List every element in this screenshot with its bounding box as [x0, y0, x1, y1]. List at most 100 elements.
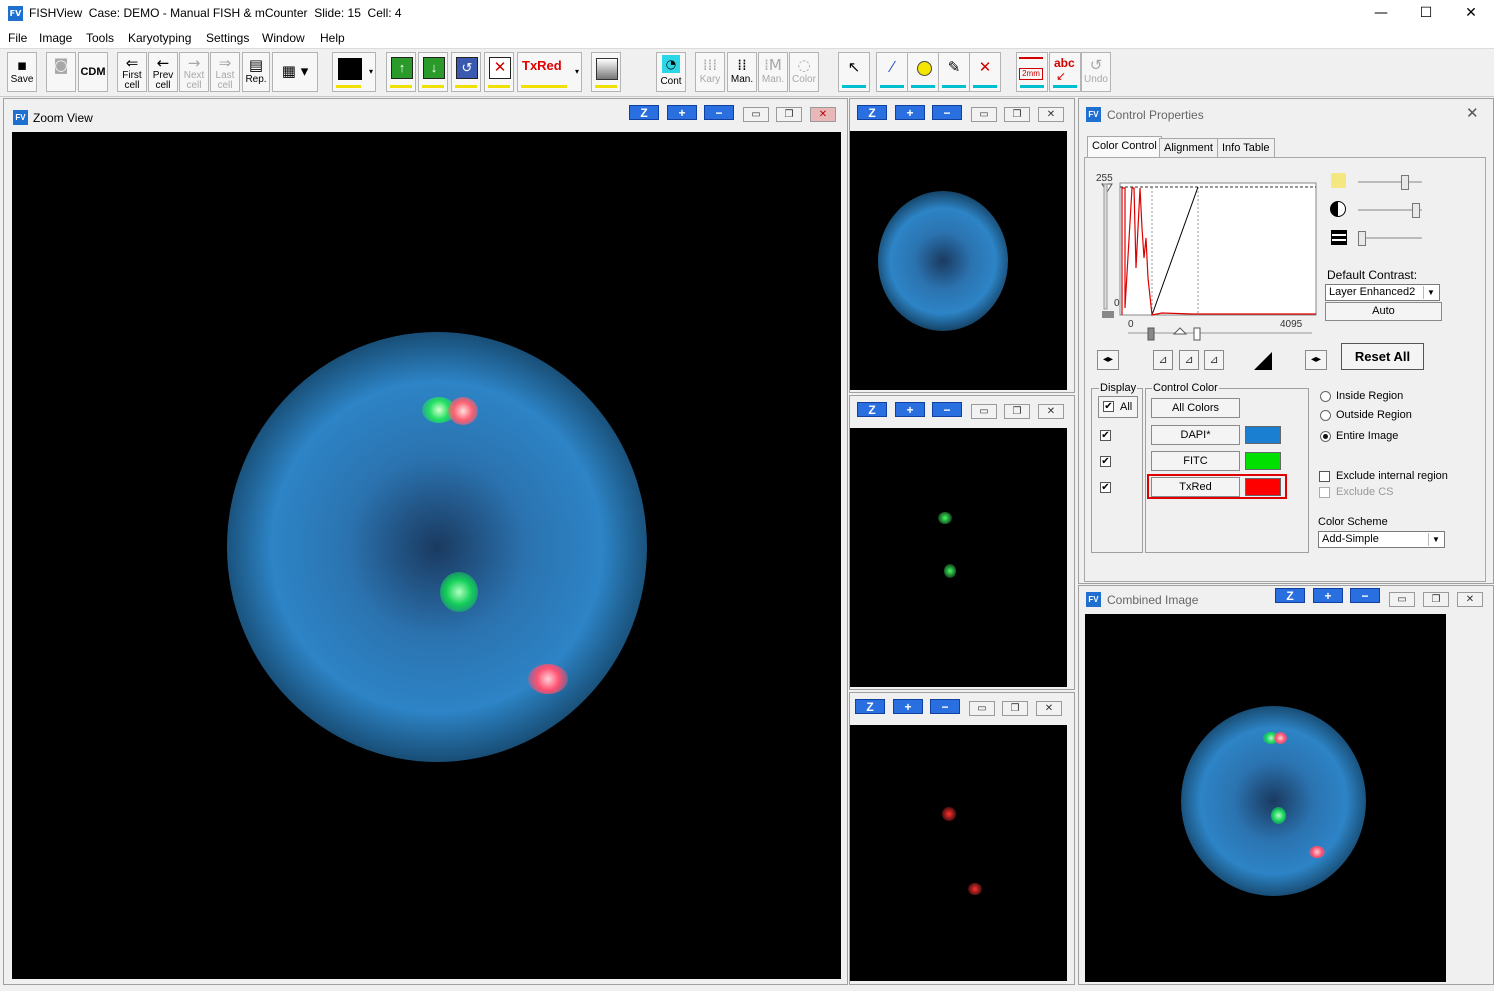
- all-colors-button[interactable]: All Colors: [1151, 398, 1240, 418]
- combined-close-button[interactable]: ✕: [1457, 592, 1483, 607]
- exclude-internal-checkbox[interactable]: [1319, 471, 1330, 482]
- zoom-restore-button[interactable]: ❐: [776, 107, 802, 122]
- auto-button[interactable]: Auto: [1325, 302, 1442, 321]
- dapi-restore-button[interactable]: ❐: [1004, 107, 1030, 122]
- minimize-button[interactable]: —: [1358, 0, 1404, 28]
- menu-help[interactable]: Help: [320, 31, 345, 45]
- tab-info-table[interactable]: Info Table: [1217, 138, 1275, 158]
- txred-close-button[interactable]: ✕: [1036, 701, 1062, 716]
- prev-cell-button[interactable]: ← Prev cell: [148, 52, 178, 92]
- txred-zoom-in-button[interactable]: +: [893, 699, 923, 714]
- layer-rotate-button[interactable]: ↺: [451, 52, 481, 92]
- maximize-button[interactable]: ☐: [1403, 0, 1449, 28]
- zoom-in-button[interactable]: +: [667, 105, 697, 120]
- default-contrast-select[interactable]: Layer Enhanced2 ▼: [1325, 284, 1440, 301]
- pointer-tool-button[interactable]: ↖: [838, 52, 870, 92]
- txred-zoom-out-button[interactable]: −: [930, 699, 960, 714]
- eraser-tool-button[interactable]: ✎: [938, 52, 970, 92]
- txred-color-swatch[interactable]: [1245, 478, 1281, 496]
- fitc-channel-button[interactable]: FITC: [1151, 451, 1240, 471]
- fitc-zoom-in-button[interactable]: +: [895, 402, 925, 417]
- combined-z-button[interactable]: Z: [1275, 588, 1305, 603]
- color-scheme-select[interactable]: Add-Simple ▼: [1318, 531, 1445, 548]
- close-icon[interactable]: ✕: [1466, 104, 1479, 122]
- curve-exp-icon[interactable]: ⊿: [1204, 350, 1224, 370]
- close-button[interactable]: ✕: [1448, 0, 1494, 28]
- inside-region-radio[interactable]: [1320, 391, 1331, 402]
- dapi-display-checkbox[interactable]: ✔: [1100, 430, 1111, 441]
- entire-image-radio[interactable]: [1320, 431, 1331, 442]
- reset-all-button[interactable]: Reset All: [1341, 343, 1424, 370]
- contrast-slider-thumb[interactable]: [1412, 203, 1420, 218]
- fitc-restore-button[interactable]: ❐: [1004, 404, 1030, 419]
- dapi-minimize-button[interactable]: ▭: [971, 107, 997, 122]
- tab-color-control[interactable]: Color Control: [1087, 136, 1162, 158]
- dapi-zoom-out-button[interactable]: −: [932, 105, 962, 120]
- exclude-cs-checkbox[interactable]: [1319, 487, 1330, 498]
- txred-z-button[interactable]: Z: [855, 699, 885, 714]
- layer-delete-button[interactable]: ✕: [484, 52, 514, 92]
- report-button[interactable]: ▤ Rep.: [242, 52, 270, 92]
- menu-window[interactable]: Window: [262, 31, 305, 45]
- cdm-button[interactable]: CDM: [78, 52, 108, 92]
- last-cell-button[interactable]: ⇒ Last cell: [210, 52, 240, 92]
- combined-minimize-button[interactable]: ▭: [1389, 592, 1415, 607]
- dapi-image[interactable]: [850, 131, 1067, 390]
- dapi-channel-button[interactable]: DAPI*: [1151, 425, 1240, 445]
- manual-button[interactable]: ⁞⁞ Man.: [727, 52, 757, 92]
- fitc-z-button[interactable]: Z: [857, 402, 887, 417]
- combined-zoom-out-button[interactable]: −: [1350, 588, 1380, 603]
- histogram-chart[interactable]: 255 0 0 4095: [1092, 168, 1322, 343]
- next-cell-button[interactable]: → Next cell: [179, 52, 209, 92]
- background-color-button[interactable]: ▾: [332, 52, 376, 92]
- dapi-close-button[interactable]: ✕: [1038, 107, 1064, 122]
- fitc-color-swatch[interactable]: [1245, 452, 1281, 470]
- zoom-minimize-button[interactable]: ▭: [743, 107, 769, 122]
- scale-bar-button[interactable]: 2mm: [1016, 52, 1048, 92]
- zoom-out-button[interactable]: −: [704, 105, 734, 120]
- curve-log-icon[interactable]: ⊿: [1179, 350, 1199, 370]
- color-button[interactable]: ◌ Color: [789, 52, 819, 92]
- txred-restore-button[interactable]: ❐: [1002, 701, 1028, 716]
- txred-channel-button[interactable]: TxRed: [1151, 477, 1240, 497]
- dapi-z-button[interactable]: Z: [857, 105, 887, 120]
- display-all-checkbox[interactable]: ✔: [1103, 401, 1114, 412]
- save-button[interactable]: ▪ Save: [7, 52, 37, 92]
- menu-karyotyping[interactable]: Karyotyping: [128, 31, 191, 45]
- fitc-image[interactable]: [850, 428, 1067, 687]
- gamma-slider-thumb[interactable]: [1358, 231, 1366, 246]
- first-cell-button[interactable]: ⇐ First cell: [117, 52, 147, 92]
- zoom-z-button[interactable]: Z: [629, 105, 659, 120]
- dapi-color-swatch[interactable]: [1245, 426, 1281, 444]
- txred-channel-button[interactable]: TxRed ▾: [517, 52, 582, 92]
- fitc-minimize-button[interactable]: ▭: [971, 404, 997, 419]
- manual-karyotype-button[interactable]: ⁞M Man.: [758, 52, 788, 92]
- txred-image[interactable]: [850, 725, 1067, 981]
- brightness-slider[interactable]: [1358, 181, 1422, 183]
- curve-linear-icon[interactable]: ⊿: [1153, 350, 1173, 370]
- tab-alignment[interactable]: Alignment: [1159, 138, 1218, 158]
- menu-tools[interactable]: Tools: [86, 31, 114, 45]
- zoom-image[interactable]: [12, 132, 841, 979]
- wand-tool-button[interactable]: ⁄: [876, 52, 908, 92]
- layer-down-button[interactable]: ↓: [418, 52, 448, 92]
- text-annotation-button[interactable]: abc ↙: [1049, 52, 1081, 92]
- combined-restore-button[interactable]: ❐: [1423, 592, 1449, 607]
- outside-region-radio[interactable]: [1320, 410, 1331, 421]
- fitc-close-button[interactable]: ✕: [1038, 404, 1064, 419]
- undo-button[interactable]: ↺ Undo: [1081, 52, 1111, 92]
- left-right-icon[interactable]: ◂▸: [1097, 350, 1119, 370]
- contrast-button[interactable]: ◔ Cont: [656, 52, 686, 92]
- dapi-zoom-in-button[interactable]: +: [895, 105, 925, 120]
- circle-tool-button[interactable]: [907, 52, 939, 92]
- zoom-close-button[interactable]: ✕: [810, 107, 836, 122]
- gradient-button[interactable]: [591, 52, 621, 92]
- invert-triangle-icon[interactable]: [1254, 352, 1272, 370]
- combined-zoom-in-button[interactable]: +: [1313, 588, 1343, 603]
- menu-settings[interactable]: Settings: [206, 31, 249, 45]
- txred-display-checkbox[interactable]: ✔: [1100, 482, 1111, 493]
- brightness-slider-thumb[interactable]: [1401, 175, 1409, 190]
- txred-minimize-button[interactable]: ▭: [969, 701, 995, 716]
- menu-file[interactable]: File: [8, 31, 27, 45]
- gamma-slider[interactable]: [1358, 237, 1422, 239]
